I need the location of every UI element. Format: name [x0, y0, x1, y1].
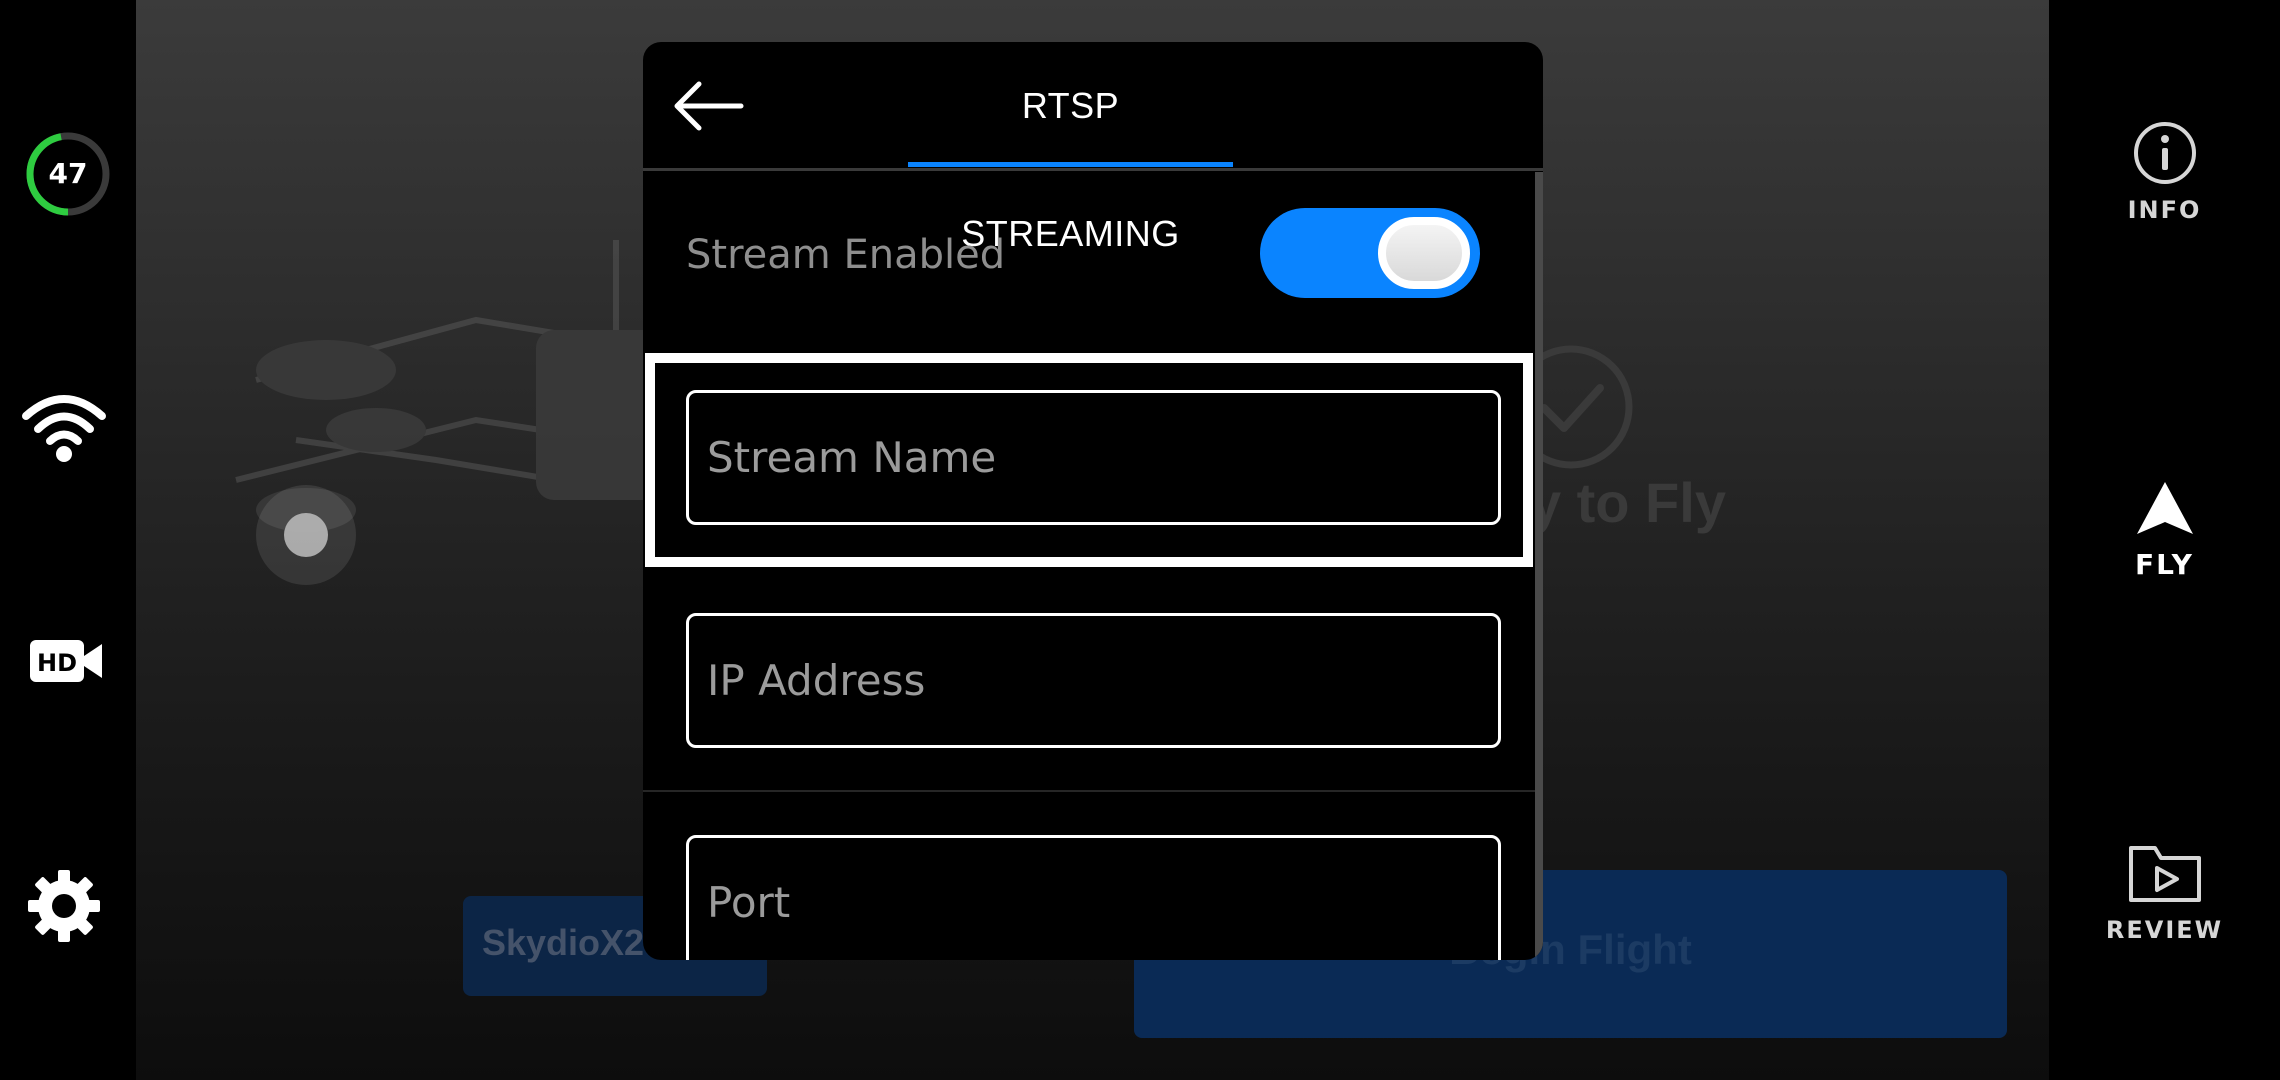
fly-label: FLY [2135, 548, 2194, 581]
gear-icon[interactable] [20, 862, 108, 950]
review-folder-icon [2128, 846, 2201, 902]
tab-underline [908, 162, 1233, 167]
stream-enabled-label: Stream Enabled [686, 232, 1006, 278]
row-divider [643, 790, 1535, 792]
tab-rtsp-streaming[interactable]: RTSP STREAMING [908, 42, 1233, 254]
battery-indicator[interactable]: 47 [22, 128, 114, 220]
port-input[interactable] [686, 835, 1501, 960]
fly-button[interactable]: FLY [2049, 480, 2280, 581]
back-arrow-icon[interactable] [671, 78, 747, 134]
info-button[interactable]: INFO [2049, 120, 2280, 224]
left-status-rail: 47 HD [0, 0, 136, 1080]
info-icon [2133, 122, 2196, 184]
right-nav-rail: INFO FLY REVIEW [2049, 0, 2280, 1080]
rtsp-streaming-modal: RTSP STREAMING Stream Enabled [643, 42, 1543, 960]
wifi-icon[interactable] [20, 380, 108, 468]
modal-header: RTSP STREAMING [643, 42, 1543, 254]
review-label: REVIEW [2105, 916, 2224, 944]
review-button[interactable]: REVIEW [2049, 840, 2280, 944]
stream-name-input[interactable] [686, 390, 1501, 525]
svg-text:HD: HD [37, 649, 77, 677]
battery-percent: 47 [48, 157, 88, 190]
toggle-knob [1378, 217, 1470, 289]
modal-scrollbar[interactable] [1535, 172, 1543, 960]
header-divider [643, 168, 1543, 171]
fly-arrow-icon [2136, 482, 2193, 534]
hd-camera-icon[interactable]: HD [20, 616, 108, 704]
ip-address-input[interactable] [686, 613, 1501, 748]
info-label: INFO [2127, 196, 2202, 224]
stream-enabled-toggle[interactable] [1260, 208, 1480, 298]
